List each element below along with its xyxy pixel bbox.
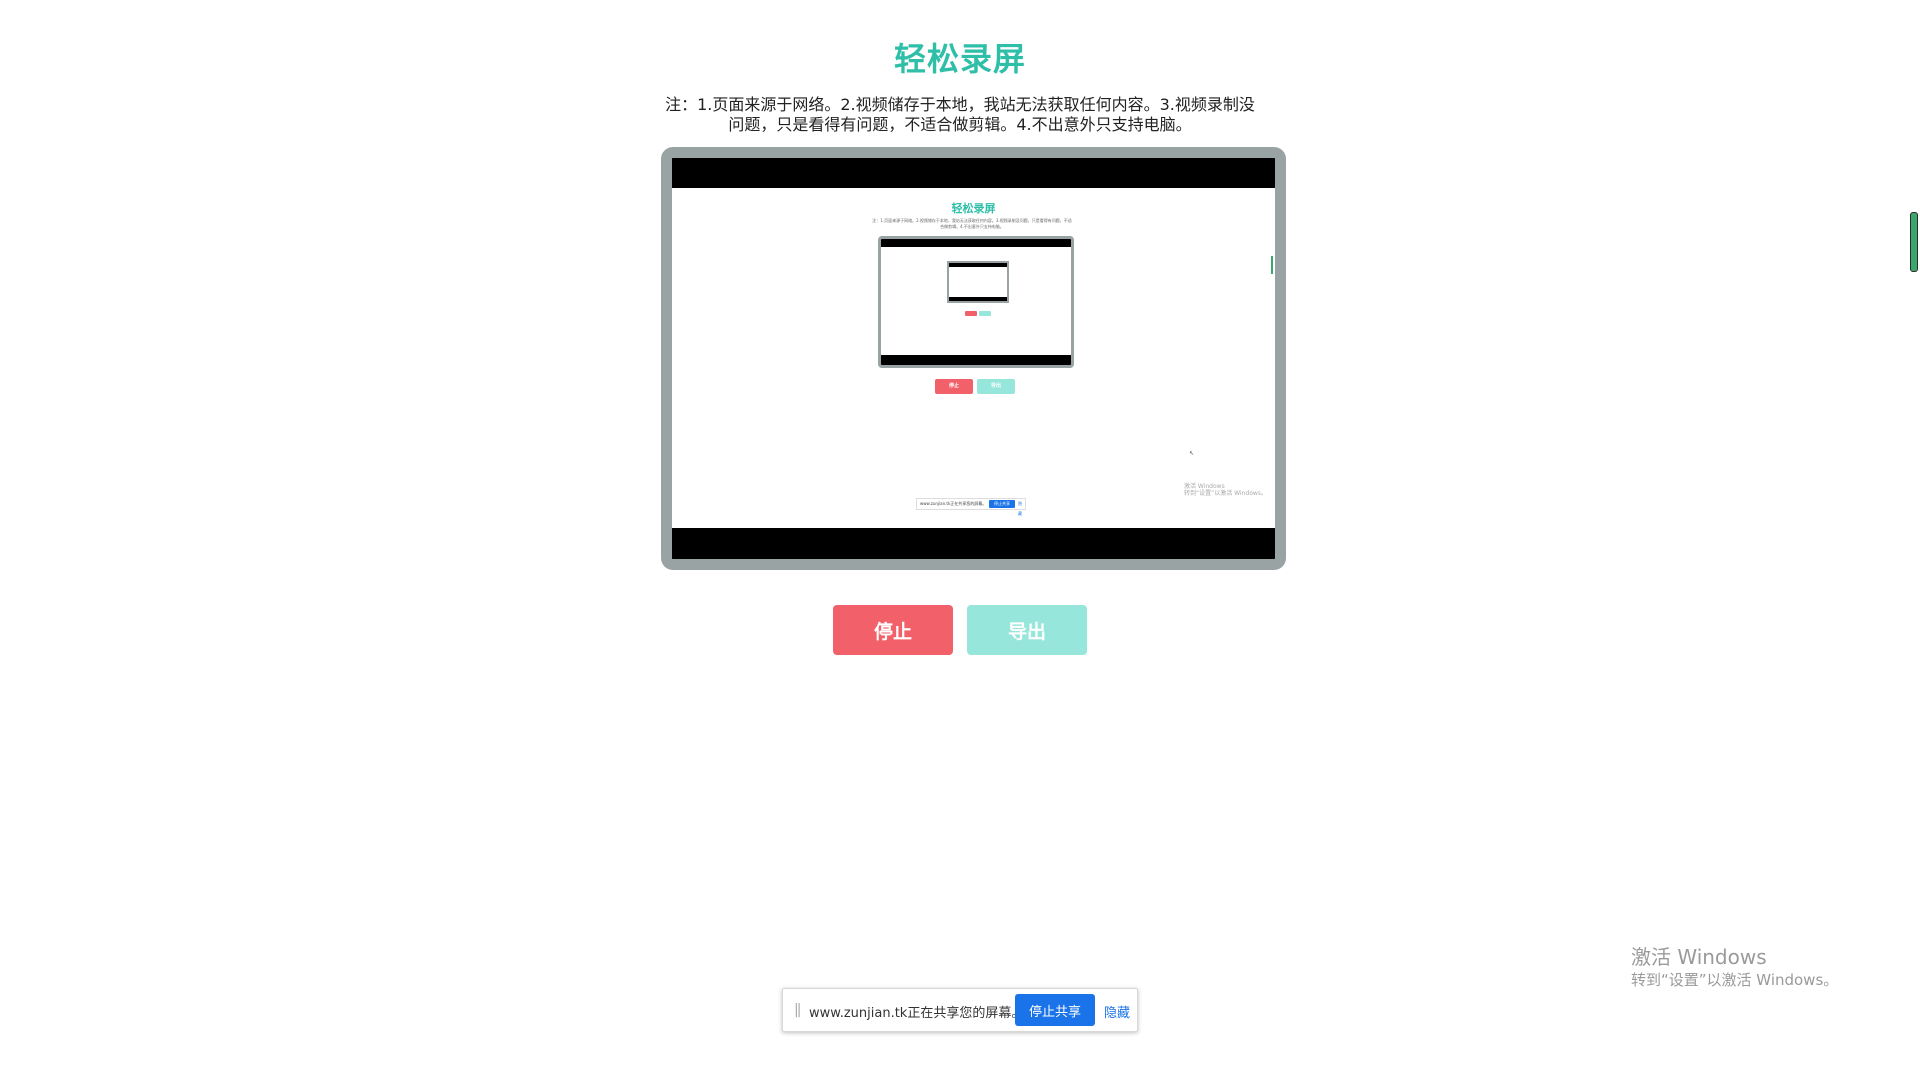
mirrored-note: 注：1.页面来源于网络。2.视频储存于本地，我站无法获取任何内容。3.视频录制没…: [872, 218, 1072, 229]
hide-link[interactable]: 隐藏: [1104, 1002, 1130, 1021]
video-screen-content: 轻松录屏 注：1.页面来源于网络。2.视频储存于本地，我站无法获取任何内容。3.…: [672, 188, 1275, 528]
mirrored-share-text: www.zunjian.tk正在共享您的屏幕。: [920, 501, 987, 506]
video-letterbox-top: [672, 158, 1275, 188]
video-letterbox-bottom: [672, 528, 1275, 559]
mirrored-stop-button: 停止: [935, 379, 973, 394]
nested-export-button: [979, 311, 991, 316]
mirrored-watermark: 激活 Windows 转到“设置”以激活 Windows。: [1184, 483, 1267, 497]
nested-screen: [949, 267, 1007, 297]
video-preview: 轻松录屏 注：1.页面来源于网络。2.视频储存于本地，我站无法获取任何内容。3.…: [661, 147, 1286, 570]
mirrored-export-button: 导出: [977, 379, 1015, 394]
nested-video-preview: [947, 261, 1009, 303]
stop-sharing-button[interactable]: 停止共享: [1015, 994, 1095, 1026]
mirrored-watermark-line1: 激活 Windows: [1184, 483, 1225, 490]
page: 轻松录屏 注：1.页面来源于网络。2.视频储存于本地，我站无法获取任何内容。3.…: [0, 0, 1920, 1080]
mirrored-share-bar: www.zunjian.tk正在共享您的屏幕。 停止共享 隐藏: [916, 498, 1026, 516]
page-title: 轻松录屏: [893, 40, 1026, 78]
windows-activation-watermark: 激活 Windows 转到“设置”以激活 Windows。: [1631, 944, 1838, 990]
share-message: www.zunjian.tk正在共享您的屏幕。: [809, 1006, 1025, 1021]
scrollbar-thumb[interactable]: [1910, 212, 1918, 272]
mirrored-cursor-icon: ↖: [1189, 450, 1195, 457]
nested-stop-button: [965, 311, 977, 316]
mirrored-screen: [881, 247, 1071, 355]
mirrored-scroll-indicator: [1271, 256, 1273, 274]
mirrored-title: 轻松录屏: [951, 202, 996, 215]
mirrored-video-preview: [878, 236, 1074, 368]
drag-handle-icon[interactable]: ||: [794, 1002, 802, 1018]
mirrored-watermark-line2: 转到“设置”以激活 Windows。: [1184, 490, 1267, 497]
watermark-line1: 激活 Windows: [1631, 945, 1767, 969]
screen-share-notification: || www.zunjian.tk正在共享您的屏幕。 停止共享 隐藏: [782, 988, 1138, 1032]
stop-button[interactable]: 停止: [833, 605, 953, 655]
mirrored-hide-link: 隐藏: [1018, 501, 1022, 516]
watermark-line2: 转到“设置”以激活 Windows。: [1631, 971, 1839, 989]
export-button[interactable]: 导出: [967, 605, 1087, 655]
page-note: 注：1.页面来源于网络。2.视频储存于本地，我站无法获取任何内容。3.视频录制没…: [665, 95, 1255, 134]
mirrored-stop-share-button: 停止共享: [989, 500, 1015, 508]
